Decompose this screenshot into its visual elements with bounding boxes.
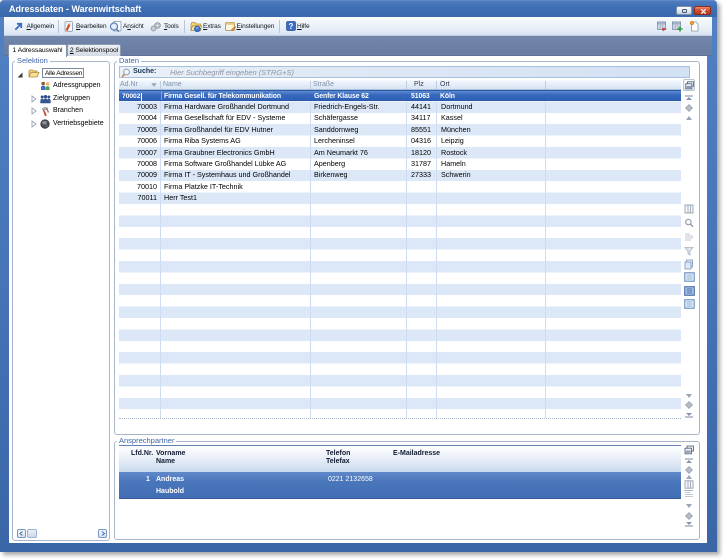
- svg-text:?: ?: [288, 22, 293, 31]
